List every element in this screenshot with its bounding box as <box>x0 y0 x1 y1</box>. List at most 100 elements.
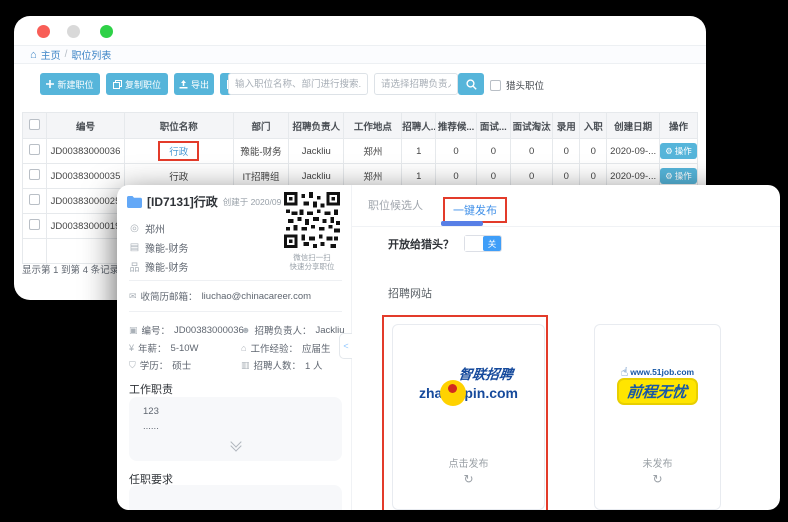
breadcrumb-separator: / <box>65 49 68 60</box>
briefcase-icon: ⌂ <box>241 343 246 353</box>
copy-job-button[interactable]: 复制职位 <box>106 73 168 95</box>
row-action-button[interactable]: ⚙操作 <box>660 143 697 159</box>
table-row: JD00383000036 行政 豫能-财务 Jackliu 郑州 1 0 0 … <box>23 139 698 164</box>
site-card-51job[interactable]: ☝ www.51job.com 前程无忧 未发布 ↻ <box>594 324 721 510</box>
toggle-knob <box>465 236 483 251</box>
refresh-icon[interactable]: ↻ <box>393 472 544 486</box>
export-icon <box>179 80 188 89</box>
breadcrumb-home[interactable]: 主页 <box>41 47 61 62</box>
table-header-row: 编号职位名称 部门招聘负责人 工作地点招聘人... 推荐候...面试... 面试… <box>23 113 698 139</box>
duty-line: 123 <box>143 397 342 417</box>
zhaopin-logo-en: zha pin.com <box>393 380 544 406</box>
job-title: [ID7131]行政 <box>147 193 218 210</box>
zhaopin-publish-status[interactable]: 点击发布 <box>393 455 544 470</box>
breadcrumb: ⌂ 主页 / 职位列表 <box>14 46 706 64</box>
zhaopin-ball-icon <box>440 380 466 406</box>
site-card-zhaopin[interactable]: 智联招聘 zha pin.com 点击发布 ↻ <box>392 324 545 510</box>
count-link[interactable]: 0 <box>553 139 580 164</box>
qr-code <box>284 192 340 248</box>
plus-icon <box>46 80 54 88</box>
job-department-row: ▤ 豫能-财务 <box>129 240 188 255</box>
row-checkbox[interactable] <box>29 219 40 230</box>
graduation-icon: ⛉ <box>129 360 136 371</box>
toggle-off-label: 关 <box>483 236 501 251</box>
yen-icon: ¥ <box>129 343 134 353</box>
chevron-left-icon: < <box>343 341 348 351</box>
tab-candidates[interactable]: 职位候选人 <box>368 197 423 213</box>
count-link[interactable]: 0 <box>510 139 552 164</box>
divider <box>129 280 342 281</box>
duty-line: ...... <box>143 417 342 432</box>
divider <box>352 226 780 227</box>
duty-content-box: 123 ...... <box>129 397 342 461</box>
headhunter-toggle-row: 开放给猎头？ 关 <box>388 235 502 252</box>
job-summary-panel: [ID7131]行政 创建于 2020/09 <box>117 185 352 510</box>
count-link[interactable]: 0 <box>436 139 477 164</box>
row-checkbox[interactable] <box>29 169 40 180</box>
field-salary: ¥ 年薪：5-10W <box>129 341 199 355</box>
window-titlebar <box>14 16 706 46</box>
qr-caption-line1: 微信扫一扫 <box>284 253 340 262</box>
gear-icon: ⚙ <box>665 146 673 157</box>
screenshot-stage: ⌂ 主页 / 职位列表 新建职位 复制职位 导出 导出附件 猎头职 <box>0 0 788 522</box>
resume-email-value: liuchao@chinacareer.com <box>202 291 311 302</box>
home-icon: ⌂ <box>30 49 37 61</box>
headhunter-label: 猎头职位 <box>506 78 544 92</box>
department-icon: ▤ <box>129 242 140 253</box>
job-team-row: 品 豫能-财务 <box>129 259 188 274</box>
location-pin-icon: ◎ <box>129 223 140 234</box>
headhunter-question: 开放给猎头？ <box>388 236 454 252</box>
qr-share-block: 微信扫一扫 快速分享职位 <box>284 192 340 271</box>
gear-icon: ⚙ <box>665 171 673 182</box>
duty-section-title: 工作职责 <box>129 381 173 397</box>
resume-email-row: ✉ 收简历邮箱： liuchao@chinacareer.com <box>129 289 311 303</box>
window-minimize-dot[interactable] <box>67 25 80 38</box>
row-checkbox[interactable] <box>29 194 40 205</box>
job-created-date: 创建于 2020/09 <box>223 196 282 208</box>
51job-logo: ☝ www.51job.com 前程无忧 <box>595 365 720 405</box>
tab-one-click-publish-annotated[interactable]: 一键发布 <box>443 197 507 223</box>
window-maximize-dot[interactable] <box>100 25 113 38</box>
field-job-id: ▣ 编号：JD00383000036 <box>129 323 244 337</box>
document-icon: ▥ <box>241 360 250 371</box>
row-checkbox[interactable] <box>29 144 40 155</box>
export-button[interactable]: 导出 <box>174 73 214 95</box>
search-button[interactable] <box>458 73 484 95</box>
job-header: [ID7131]行政 创建于 2020/09 <box>127 193 281 210</box>
headhunter-checkbox-row[interactable]: 猎头职位 <box>490 78 544 92</box>
zhaopin-logo-cn: 智联招聘 <box>457 363 514 383</box>
collapse-panel-handle[interactable]: < <box>339 333 352 359</box>
expand-chevron-icon[interactable] <box>129 438 342 450</box>
job-name-link-annotated[interactable]: 行政 <box>158 141 199 161</box>
copy-icon <box>113 80 122 89</box>
51job-publish-status: 未发布 <box>595 455 720 470</box>
window-close-dot[interactable] <box>37 25 50 38</box>
51job-logo-box: 前程无忧 <box>617 378 697 405</box>
divider <box>129 311 342 312</box>
new-job-button[interactable]: 新建职位 <box>40 73 100 95</box>
headhunter-checkbox[interactable] <box>490 80 501 91</box>
field-education: ⛉ 学历：硕士 <box>129 358 191 372</box>
field-experience: ⌂ 工作经验：应届生 <box>241 341 330 355</box>
qr-caption-line2: 快速分享职位 <box>284 262 340 271</box>
mail-icon: ✉ <box>129 291 137 302</box>
requirements-content-box <box>129 485 342 510</box>
person-icon: ☻ <box>241 325 250 335</box>
breadcrumb-current: 职位列表 <box>71 47 111 62</box>
row-action-button[interactable]: ⚙操作 <box>660 168 697 184</box>
team-icon: 品 <box>129 259 140 274</box>
count-link[interactable]: 0 <box>580 139 607 164</box>
search-input[interactable] <box>228 73 368 95</box>
pagination-status: 显示第 1 到第 4 条记录 , <box>22 262 124 276</box>
field-recruiter: ☻ 招聘负责人：Jackliu <box>241 323 345 337</box>
field-headcount: ▥ 招聘人数：1 人 <box>241 358 322 372</box>
search-icon <box>466 79 477 90</box>
51job-logo-cn: 前程无忧 <box>626 381 688 402</box>
headhunter-toggle[interactable]: 关 <box>464 235 502 252</box>
recruiter-select[interactable] <box>374 73 458 95</box>
select-all-checkbox[interactable] <box>29 119 40 130</box>
folder-icon <box>127 196 142 208</box>
count-link[interactable]: 0 <box>476 139 510 164</box>
id-card-icon: ▣ <box>129 325 138 336</box>
refresh-icon[interactable]: ↻ <box>595 472 720 486</box>
